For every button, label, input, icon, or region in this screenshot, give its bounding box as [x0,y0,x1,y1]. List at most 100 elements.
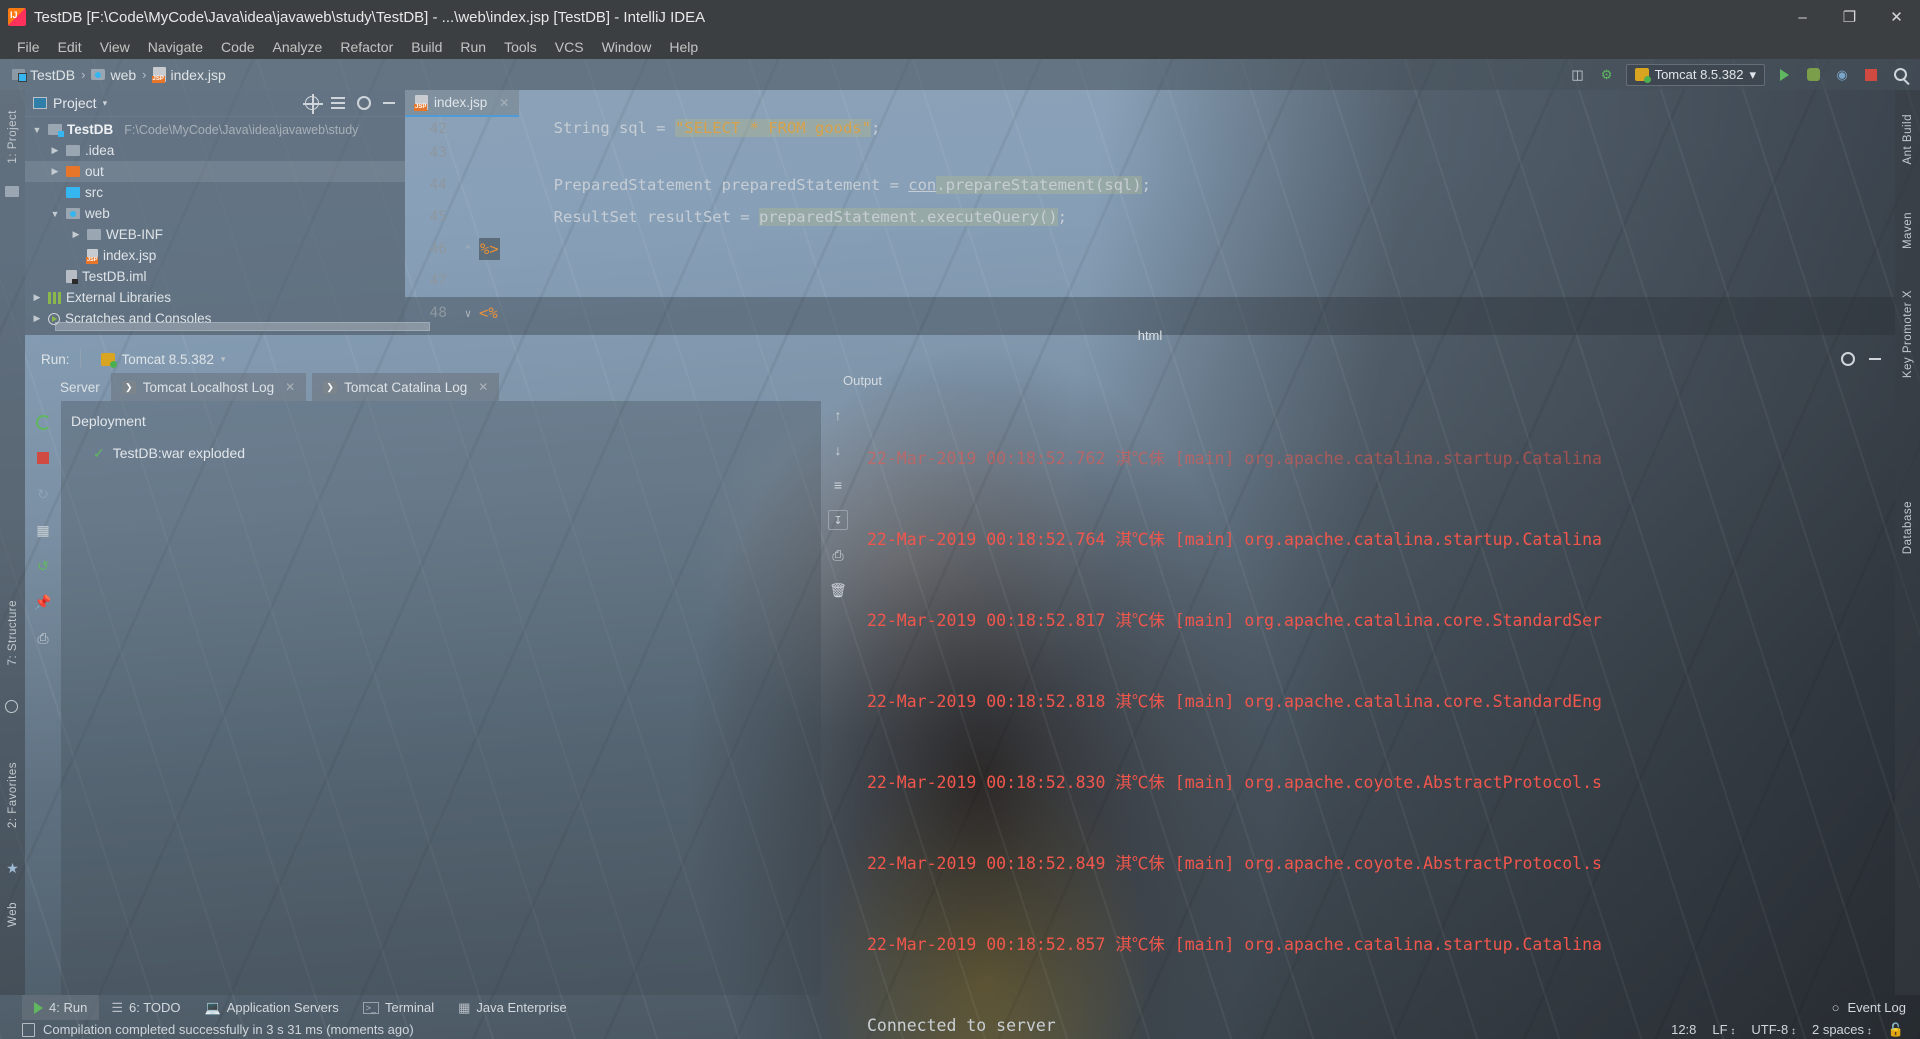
bottom-item-todo[interactable]: ☰ 6: TODO [99,995,192,1020]
debug-icon[interactable] [1803,65,1823,85]
editor-breadcrumb[interactable]: html [405,323,1895,348]
run-tool-window[interactable]: Run: Tomcat 8.5.382 ▾ Server ❯ Tomcat Lo… [25,345,1895,1035]
left-tool-window-strip[interactable]: 1: Project 7: Structure 2: Favorites ★ W… [0,90,25,995]
project-tree-horizontal-scrollbar[interactable] [55,322,430,331]
project-tool-window[interactable]: Project ▾ ▼ TestDB F:\Code\MyCode\Java\i… [25,90,430,335]
sidebar-item-project[interactable]: 1: Project [0,94,25,180]
sidebar-item-ant-build[interactable]: Ant Build [1895,96,1920,182]
caret-position[interactable]: 12:8 [1671,1022,1696,1037]
code-line-47[interactable]: 47 [405,265,1895,297]
print-icon[interactable]: ⎙ [828,545,848,565]
run-side-toolbar[interactable]: ↻ ▦ ↺ 📌 ⎙ [25,401,61,995]
menu-bar[interactable]: File Edit View Navigate Code Analyze Ref… [0,34,1920,59]
right-tool-window-strip[interactable]: Ant Build Maven Key Promoter X Database [1895,90,1920,995]
hide-icon[interactable] [383,102,395,104]
close-icon[interactable]: ✕ [285,380,295,394]
sidebar-item-structure[interactable]: 7: Structure [0,580,25,685]
menu-item-refactor[interactable]: Refactor [331,37,402,57]
scroll-down-icon[interactable]: ↓ [828,440,848,460]
code-line-46[interactable]: 46 ⌃ %> [405,233,1895,265]
chevron-right-icon[interactable]: ▶ [49,166,61,177]
tree-node-src[interactable]: ▶ src [25,182,405,203]
run-config-tab[interactable]: Tomcat 8.5.382 ▾ [91,352,236,368]
menu-item-file[interactable]: File [8,37,49,57]
menu-item-view[interactable]: View [91,37,139,57]
run-configuration-selector[interactable]: Tomcat 8.5.382 ▾ [1625,63,1765,86]
rerun-icon[interactable] [32,411,54,433]
code-line-43[interactable]: 43 [405,137,1895,169]
chevron-down-icon[interactable]: ▼ [31,125,43,135]
project-tool-window-header[interactable]: Project ▾ [25,90,405,117]
chevron-right-icon[interactable]: ▶ [31,292,43,303]
menu-item-code[interactable]: Code [212,37,263,57]
soft-wrap-icon[interactable]: ≡ [828,475,848,495]
line-separator[interactable]: LF ↕ [1712,1022,1735,1037]
tab-tomcat-catalina-log[interactable]: ❯ Tomcat Catalina Log ✕ [312,373,500,401]
threads-icon[interactable]: ▦ [32,519,54,541]
output-toolbar[interactable]: ↑ ↓ ≡ ↧ ⎙ 🗑 [821,405,855,600]
encoding[interactable]: UTF-8 ↕ [1751,1022,1796,1037]
tree-node-web[interactable]: ▼ web [25,203,405,224]
menu-item-analyze[interactable]: Analyze [264,37,332,57]
output-panel[interactable]: Output ↑ ↓ ≡ ↧ ⎙ 🗑 22-Mar-2019 00:18:52.… [821,373,1895,1035]
lock-icon[interactable]: 🔓 [1888,1022,1904,1038]
sidebar-item-web[interactable]: Web [0,890,25,938]
stop-icon[interactable] [32,447,54,469]
chevron-down-icon[interactable]: ▾ [221,354,226,365]
breadcrumb-module[interactable]: TestDB [6,67,81,83]
restart-icon[interactable]: ↻ [32,483,54,505]
chevron-down-icon[interactable]: ▾ [103,98,108,109]
code-line-45[interactable]: 45 ResultSet resultSet = preparedStateme… [405,201,1895,233]
clear-all-icon[interactable]: 🗑 [828,580,848,600]
minimize-button[interactable]: – [1779,0,1826,34]
settings-icon[interactable] [357,96,371,110]
scroll-to-end-icon[interactable]: ↧ [828,510,848,530]
chevron-right-icon[interactable]: ▶ [31,313,43,324]
tree-node-index-jsp[interactable]: ▶ index.jsp [25,245,405,266]
bottom-item-java-enterprise[interactable]: ▦ Java Enterprise [446,995,579,1020]
restore-layout-icon[interactable]: ◫ [1568,65,1588,85]
tree-node-web-inf[interactable]: ▶ WEB-INF [25,224,405,245]
export-icon[interactable]: ⎙ [32,627,54,649]
editor-tab-row[interactable]: index.jsp ✕ [405,90,1895,117]
project-tree[interactable]: ▼ TestDB F:\Code\MyCode\Java\idea\javawe… [25,117,405,329]
sidebar-item-maven[interactable]: Maven [1895,200,1920,262]
breadcrumb-file[interactable]: index.jsp [147,67,232,83]
fold-start-marker[interactable]: ∨ [457,307,479,320]
stop-icon[interactable] [1861,65,1881,85]
tree-node-testdb[interactable]: ▼ TestDB F:\Code\MyCode\Java\idea\javawe… [25,119,405,140]
menu-item-build[interactable]: Build [402,37,451,57]
sync-icon[interactable]: ↺ [32,555,54,577]
maximize-button[interactable]: ❐ [1826,0,1873,34]
editor-tab-index-jsp[interactable]: index.jsp ✕ [405,90,520,117]
locate-icon[interactable] [303,94,323,114]
chevron-right-icon[interactable]: ▶ [49,145,61,156]
menu-item-edit[interactable]: Edit [49,37,91,57]
pin-icon[interactable]: 📌 [32,591,54,613]
bottom-item-run[interactable]: 4: Run [22,995,100,1020]
run-icon[interactable] [1774,65,1794,85]
indent-setting[interactable]: 2 spaces ↕ [1812,1022,1872,1037]
breadcrumb-web[interactable]: web [85,67,142,83]
close-button[interactable]: ✕ [1873,0,1920,34]
deployment-item[interactable]: ✓ TestDB:war exploded [61,441,821,465]
scroll-up-icon[interactable]: ↑ [828,405,848,425]
menu-item-navigate[interactable]: Navigate [139,37,212,57]
menu-item-window[interactable]: Window [593,37,661,57]
close-icon[interactable]: ✕ [478,380,488,394]
code-line-42[interactable]: 42 String sql = "SELECT * FROM goods"; [405,117,1895,137]
bottom-tool-window-bar[interactable]: 4: Run ☰ 6: TODO 💻 Application Servers >… [0,995,1920,1020]
menu-item-run[interactable]: Run [451,37,495,57]
sidebar-item-key-promoter[interactable]: Key Promoter X [1895,275,1920,393]
hide-icon[interactable] [1869,358,1881,360]
settings-icon[interactable] [1841,352,1855,366]
tab-tomcat-localhost-log[interactable]: ❯ Tomcat Localhost Log ✕ [110,373,307,401]
tree-node-idea[interactable]: ▶ .idea [25,140,405,161]
code-editor[interactable]: 42 String sql = "SELECT * FROM goods"; 4… [405,117,1895,335]
menu-item-vcs[interactable]: VCS [546,37,593,57]
event-log-label[interactable]: Event Log [1847,1000,1906,1015]
editor-area[interactable]: index.jsp ✕ 42 String sql = "SELECT * FR… [405,90,1895,335]
chevron-right-icon[interactable]: ▶ [70,229,82,240]
menu-item-help[interactable]: Help [660,37,707,57]
sidebar-item-favorites[interactable]: 2: Favorites [0,740,25,850]
